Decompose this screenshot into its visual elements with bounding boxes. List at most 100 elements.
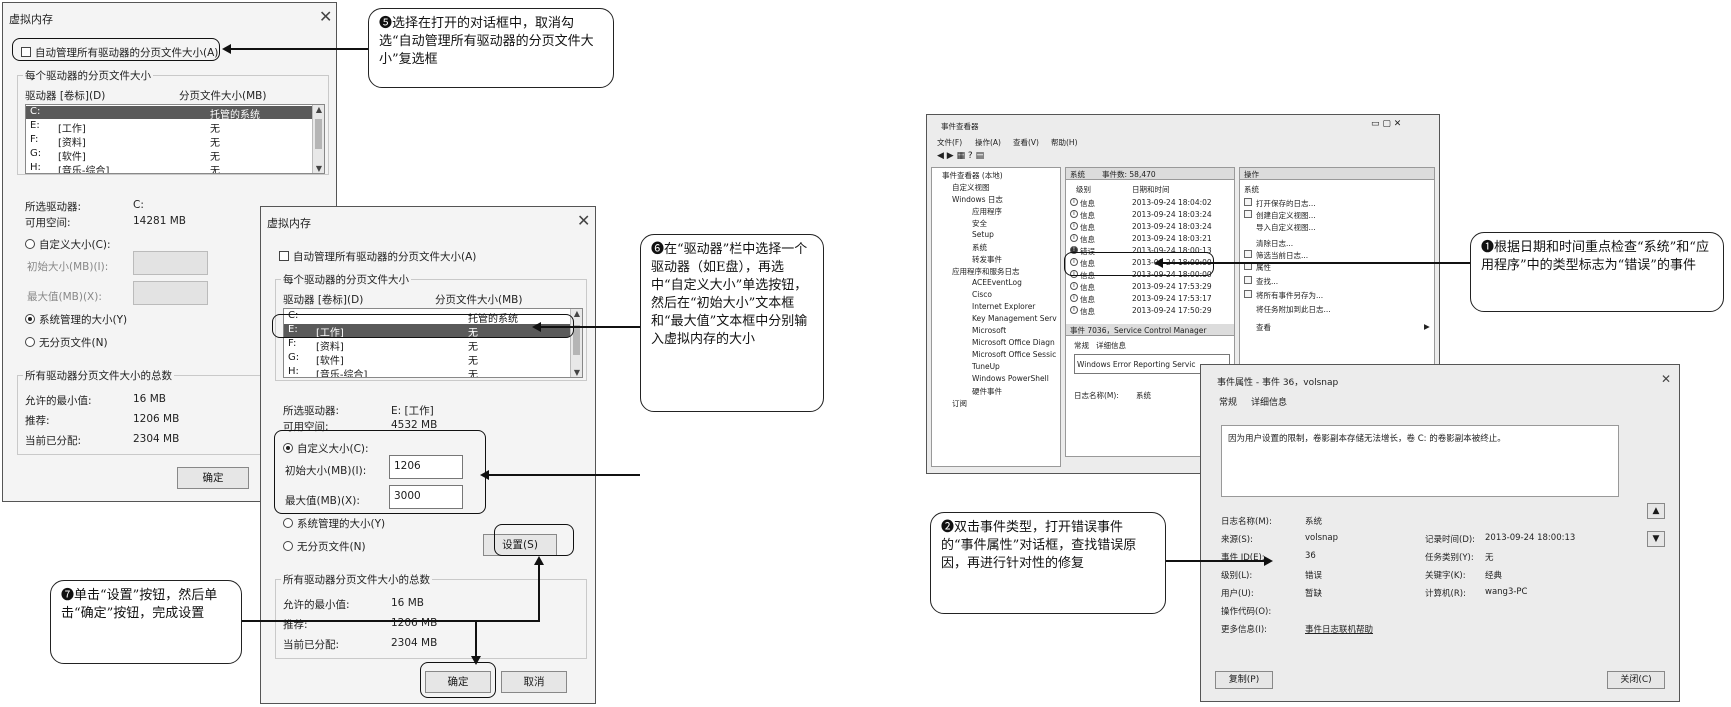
selected-drive-label: 所选驱动器: <box>283 405 340 417</box>
field-value: 错误 <box>1305 571 1323 581</box>
ok-button[interactable]: 确定 <box>177 467 249 489</box>
no-paging-radio[interactable] <box>283 541 293 551</box>
tree-item[interactable]: 订阅 <box>952 398 967 409</box>
field-label: 级别(L): <box>1221 571 1253 581</box>
col-drive-header: 驱动器 [卷标](D) <box>25 90 106 102</box>
tree-item[interactable]: Microsoft Office Diagn <box>972 338 1055 347</box>
tree-item[interactable]: Key Management Serv <box>972 314 1057 323</box>
tree-item[interactable]: Setup <box>972 230 994 239</box>
list-item[interactable]: C: 托管的系统 <box>26 106 312 121</box>
tree-item[interactable]: Windows PowerShell <box>972 374 1049 383</box>
tree-item[interactable]: ACEEventLog <box>972 278 1022 287</box>
tab-general[interactable]: 常规 <box>1219 395 1237 408</box>
tree-pane[interactable]: 事件查看器 (本地) 自定义视图 Windows 日志 应用程序 安全 Setu… <box>931 167 1061 467</box>
chevron-up-icon[interactable]: ▲ <box>313 105 324 114</box>
info-icon: i <box>1070 282 1078 290</box>
action-item[interactable]: 查找... <box>1256 276 1278 287</box>
total-group-title: 所有驱动器分页文件大小的总数 <box>23 368 174 383</box>
arrowhead-step5 <box>222 44 231 54</box>
action-item[interactable]: 筛选当前日志... <box>1256 250 1308 261</box>
tree-item[interactable]: TuneUp <box>972 362 1000 371</box>
col-size-header: 分页文件大小(MB) <box>435 294 523 306</box>
field-value: 2013-09-24 18:00:13 <box>1485 533 1576 543</box>
menu-action[interactable]: 操作(A) <box>975 137 1001 148</box>
cancel-button[interactable]: 取消 <box>501 671 567 693</box>
previous-event-button[interactable]: ▲ <box>1647 503 1665 519</box>
action-item[interactable]: 导入自定义视图... <box>1256 222 1316 233</box>
tree-item[interactable]: 转发事件 <box>972 254 1002 265</box>
event-time: 2013-09-24 17:53:17 <box>1132 294 1212 303</box>
tree-item[interactable]: 系统 <box>972 242 987 253</box>
min-allowed-value: 16 MB <box>391 597 424 609</box>
drive-list[interactable]: C: 托管的系统 E: [工作] 无 F: [资料] 无 G: [软件] 无 H: [音乐-综合… <box>25 104 325 174</box>
chevron-down-icon[interactable]: ▼ <box>313 164 324 173</box>
tree-item[interactable]: 硬件事件 <box>972 386 1002 397</box>
close-icon[interactable]: ✕ <box>1661 373 1671 385</box>
event-time: 2013-09-24 17:50:29 <box>1132 306 1212 315</box>
info-icon: i <box>1070 222 1078 230</box>
initial-size-input[interactable] <box>133 251 208 275</box>
leader-step7b <box>538 564 540 622</box>
info-icon: i <box>1070 234 1078 242</box>
tree-item[interactable]: Internet Explorer <box>972 302 1035 311</box>
toolbar[interactable]: ◀ ▶ ▦ ? ▤ <box>937 151 984 161</box>
action-item[interactable]: 清除日志... <box>1256 238 1293 249</box>
tree-item[interactable]: Microsoft <box>972 326 1006 335</box>
close-icon[interactable]: ✕ <box>577 213 590 229</box>
action-item[interactable]: 查看 <box>1256 322 1271 333</box>
action-item[interactable]: 将任务附加到此日志... <box>1256 304 1331 315</box>
detail-tab-details[interactable]: 详细信息 <box>1096 340 1126 351</box>
auto-manage-checkbox[interactable] <box>279 251 289 261</box>
detail-tab-general[interactable]: 常规 <box>1074 340 1089 351</box>
menu-view[interactable]: 查看(V) <box>1013 137 1039 148</box>
callout-step5: ❺选择在打开的对话框中，取消勾选“自动管理所有驱动器的分页文件大小”复选框 <box>368 8 614 88</box>
menu-file[interactable]: 文件(F) <box>937 137 962 148</box>
tree-item[interactable]: 应用程序 <box>972 206 1002 217</box>
filter-icon <box>1244 250 1252 258</box>
tree-item[interactable]: 应用程序和服务日志 <box>952 266 1020 277</box>
list-item[interactable]: F: [资料] 无 <box>284 338 570 353</box>
no-paging-label: 无分页文件(N) <box>39 337 108 349</box>
tree-item[interactable]: Microsoft Office Sessic <box>972 350 1056 359</box>
copy-button[interactable]: 复制(P) <box>1215 671 1273 689</box>
action-item[interactable]: 创建自定义视图... <box>1256 210 1316 221</box>
chevron-up-icon[interactable]: ▲ <box>571 309 582 318</box>
tree-item[interactable]: 自定义视图 <box>952 182 990 193</box>
online-help-link[interactable]: 事件日志联机帮助 <box>1305 623 1373 635</box>
folder-icon <box>1244 198 1252 206</box>
col-level: 级别 <box>1076 185 1091 194</box>
no-paging-radio[interactable] <box>25 337 35 347</box>
list-scrollbar[interactable]: ▲ ▼ <box>312 105 324 173</box>
leader-step7a <box>242 620 540 622</box>
action-item[interactable]: 打开保存的日志... <box>1256 198 1316 209</box>
system-managed-radio[interactable] <box>25 314 35 324</box>
system-managed-radio[interactable] <box>283 518 293 528</box>
list-item[interactable]: H: [音乐-综合] 无 <box>284 366 570 377</box>
list-item[interactable]: G: [软件] 无 <box>26 148 312 163</box>
event-level: 信息 <box>1080 211 1095 220</box>
tree-item[interactable]: Windows 日志 <box>952 194 1003 205</box>
find-icon <box>1244 276 1252 284</box>
action-item[interactable]: 将所有事件另存为... <box>1256 290 1323 301</box>
chevron-right-icon: ▶ <box>1424 322 1430 331</box>
menu-help[interactable]: 帮助(H) <box>1051 137 1078 148</box>
max-size-input[interactable] <box>133 281 208 305</box>
auto-manage-label: 自动管理所有驱动器的分页文件大小(A) <box>293 251 477 263</box>
arrowhead-step7b <box>471 656 481 665</box>
list-item[interactable]: E: [工作] 无 <box>26 120 312 135</box>
tree-item[interactable]: 安全 <box>972 218 987 229</box>
next-event-button[interactable]: ▼ <box>1647 531 1665 547</box>
arrowhead-step6a <box>532 322 541 332</box>
chevron-down-icon[interactable]: ▼ <box>571 368 582 377</box>
field-value: 无 <box>1485 553 1494 563</box>
tree-root[interactable]: 事件查看器 (本地) <box>942 170 1003 181</box>
close-button[interactable]: 关闭(C) <box>1607 671 1665 689</box>
list-item[interactable]: F: [资料] 无 <box>26 134 312 149</box>
list-item[interactable]: G: [软件] 无 <box>284 352 570 367</box>
close-icon[interactable]: ✕ <box>319 9 332 25</box>
window-controls[interactable]: ▭ ▢ ✕ <box>1371 119 1401 129</box>
custom-size-radio[interactable] <box>25 239 35 249</box>
tab-details[interactable]: 详细信息 <box>1251 395 1287 408</box>
list-item[interactable]: H: [音乐-综合] 无 <box>26 162 312 173</box>
tree-item[interactable]: Cisco <box>972 290 992 299</box>
